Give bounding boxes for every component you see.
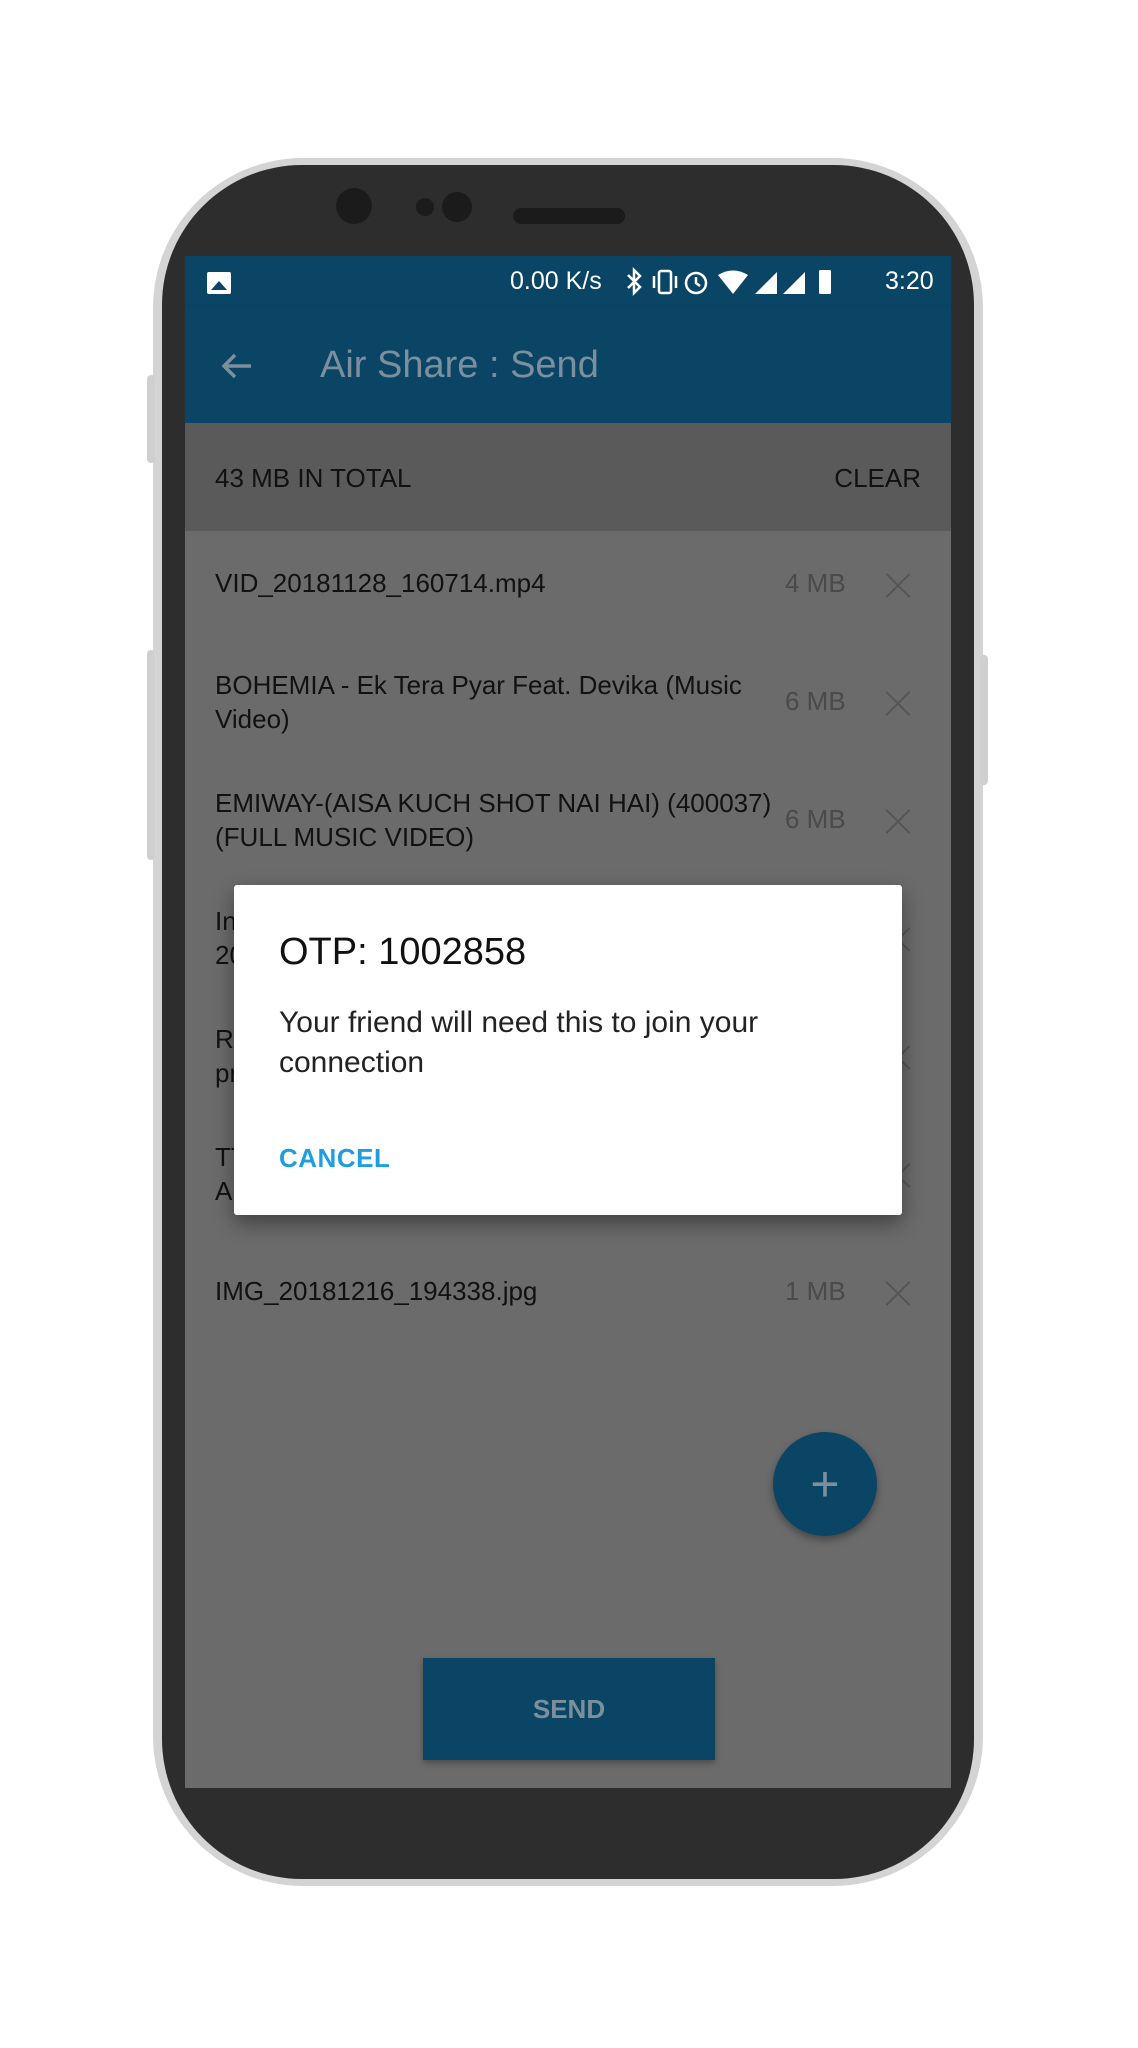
list-item[interactable]: IMG_20181216_194338.jpg 1 MB bbox=[185, 1246, 951, 1364]
status-bar: 0.00 K/s 3:20 bbox=[185, 256, 951, 308]
status-icons bbox=[627, 266, 831, 297]
file-size: 6 MB bbox=[785, 804, 846, 834]
send-button-label: SEND bbox=[532, 1694, 606, 1724]
list-item[interactable]: VID_20181128_160714.mp4 4 MB bbox=[185, 538, 951, 656]
clock: 3:20 bbox=[885, 267, 934, 295]
total-size: 43 MB IN TOTAL bbox=[215, 463, 412, 493]
list-item[interactable]: EMIWAY-(AISA KUCH SHOT NAI HAI) (400037)… bbox=[185, 774, 951, 892]
phone-side-button bbox=[147, 375, 155, 463]
close-icon[interactable] bbox=[885, 808, 911, 834]
file-size: 1 MB bbox=[785, 1276, 846, 1306]
sensor bbox=[416, 198, 434, 216]
file-name: BOHEMIA - Ek Tera Pyar Feat. Devika (Mus… bbox=[215, 670, 742, 734]
wifi-icon bbox=[718, 270, 748, 294]
file-size: 4 MB bbox=[785, 568, 846, 598]
send-button[interactable]: SEND bbox=[423, 1658, 715, 1760]
bluetooth-icon bbox=[627, 266, 642, 297]
add-file-button[interactable]: + bbox=[773, 1432, 877, 1536]
cancel-button[interactable]: CANCEL bbox=[279, 1143, 390, 1174]
close-icon[interactable] bbox=[885, 1280, 911, 1306]
page-title: Air Share : Send bbox=[320, 344, 599, 386]
phone-side-button bbox=[147, 650, 155, 860]
signal-icon bbox=[755, 272, 777, 294]
clear-button[interactable]: CLEAR bbox=[834, 463, 921, 494]
signal-icon bbox=[783, 272, 805, 294]
file-name: IMG_20181216_194338.jpg bbox=[215, 1276, 538, 1306]
phone-side-button bbox=[980, 655, 988, 785]
sensor bbox=[442, 192, 472, 222]
file-name: VID_20181128_160714.mp4 bbox=[215, 568, 546, 598]
dialog-message: Your friend will need this to join your … bbox=[279, 1006, 759, 1079]
battery-icon bbox=[819, 270, 831, 294]
dialog-title: OTP: 1002858 bbox=[279, 931, 527, 973]
front-camera bbox=[336, 188, 372, 224]
app-bar: Air Share : Send bbox=[185, 308, 951, 423]
arrow-left-icon[interactable] bbox=[217, 346, 257, 386]
close-icon[interactable] bbox=[885, 572, 911, 598]
file-size: 6 MB bbox=[785, 686, 846, 716]
network-speed: 0.00 K/s bbox=[510, 267, 602, 295]
earpiece-speaker bbox=[513, 208, 625, 224]
plus-icon: + bbox=[810, 1456, 840, 1512]
screen: 0.00 K/s 3:20 Air Share : Send 43 MB IN … bbox=[185, 256, 951, 1788]
otp-dialog: OTP: 1002858 Your friend will need this … bbox=[234, 885, 902, 1215]
summary-bar: 43 MB IN TOTAL CLEAR bbox=[185, 423, 951, 531]
alarm-icon bbox=[684, 271, 708, 295]
vibrate-icon bbox=[652, 269, 678, 295]
file-name: EMIWAY-(AISA KUCH SHOT NAI HAI) (400037)… bbox=[215, 788, 772, 852]
close-icon[interactable] bbox=[885, 690, 911, 716]
list-item[interactable]: BOHEMIA - Ek Tera Pyar Feat. Devika (Mus… bbox=[185, 656, 951, 774]
image-icon bbox=[207, 272, 231, 294]
